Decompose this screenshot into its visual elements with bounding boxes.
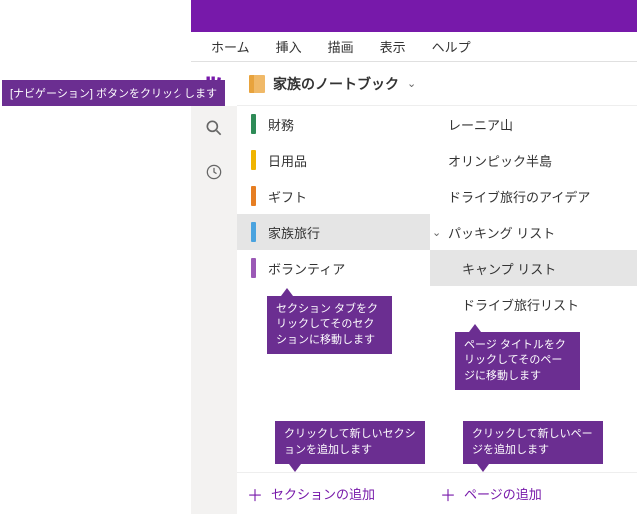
callout-nav-arrow xyxy=(178,84,186,96)
chevron-down-icon[interactable]: ⌄ xyxy=(432,226,441,239)
menu-view[interactable]: 表示 xyxy=(368,33,418,60)
search-icon xyxy=(204,118,224,138)
callout-nav-button: [ナビゲーション] ボタンをクリックします xyxy=(2,80,225,106)
page-item[interactable]: オリンピック半島 xyxy=(430,142,637,178)
page-item[interactable]: ⌄ パッキング リスト xyxy=(430,214,637,250)
notebook-title: 家族のノートブック xyxy=(273,74,399,94)
page-label: ドライブ旅行のアイデア xyxy=(448,187,590,206)
chevron-down-icon: ⌄ xyxy=(407,77,416,90)
page-item[interactable]: レーニア山 xyxy=(430,106,637,142)
section-label: 日用品 xyxy=(268,151,307,170)
section-color-tab xyxy=(251,186,256,206)
columns: 財務 日用品 ギフト 家族旅行 xyxy=(237,106,637,514)
page-label: レーニア山 xyxy=(448,115,513,134)
menu-insert[interactable]: 挿入 xyxy=(264,33,314,60)
menu-draw[interactable]: 描画 xyxy=(316,33,366,60)
page-label: キャンプ リスト xyxy=(462,259,556,278)
clock-icon xyxy=(204,162,224,182)
add-page-button[interactable]: ＋ ページの追加 xyxy=(430,472,637,514)
main-area: 家族のノートブック ⌄ 財務 日用品 ギフト xyxy=(191,62,637,514)
search-button[interactable] xyxy=(191,106,237,150)
page-item[interactable]: ドライブ旅行のアイデア xyxy=(430,178,637,214)
add-page-label: ページの追加 xyxy=(464,484,542,503)
navigation-panel: 家族のノートブック ⌄ 財務 日用品 ギフト xyxy=(237,62,637,514)
section-color-tab xyxy=(251,114,256,134)
section-color-tab xyxy=(251,150,256,170)
page-label: パッキング リスト xyxy=(448,223,555,242)
page-item[interactable]: ドライブ旅行リスト xyxy=(430,286,637,322)
section-label: ボランティア xyxy=(268,259,345,278)
app-window: ホーム 挿入 描画 表示 ヘルプ xyxy=(191,0,637,514)
callout-page-title: ページ タイトルをクリックしてそのページに移動します xyxy=(455,332,580,390)
pages-column: レーニア山 オリンピック半島 ドライブ旅行のアイデア ⌄ パッキング リスト キ… xyxy=(430,106,637,514)
page-label: オリンピック半島 xyxy=(448,151,552,170)
page-item[interactable]: キャンプ リスト xyxy=(430,250,637,286)
section-item[interactable]: ボランティア xyxy=(237,250,430,286)
page-label: ドライブ旅行リスト xyxy=(462,295,579,314)
menu-home[interactable]: ホーム xyxy=(199,33,262,60)
notebook-header[interactable]: 家族のノートブック ⌄ xyxy=(237,62,637,106)
menu-bar: ホーム 挿入 描画 表示 ヘルプ xyxy=(191,32,637,62)
section-item[interactable]: 財務 xyxy=(237,106,430,142)
section-color-tab xyxy=(251,258,256,278)
section-item[interactable]: 家族旅行 xyxy=(237,214,430,250)
rail-bar xyxy=(191,62,237,514)
section-label: ギフト xyxy=(268,187,307,206)
add-section-label: セクションの追加 xyxy=(271,484,375,503)
section-color-tab xyxy=(251,222,256,242)
sections-column: 財務 日用品 ギフト 家族旅行 xyxy=(237,106,430,514)
section-item[interactable]: 日用品 xyxy=(237,142,430,178)
recent-button[interactable] xyxy=(191,150,237,194)
section-label: 財務 xyxy=(268,115,294,134)
plus-icon: ＋ xyxy=(440,482,456,506)
menu-help[interactable]: ヘルプ xyxy=(420,33,483,60)
section-item[interactable]: ギフト xyxy=(237,178,430,214)
plus-icon: ＋ xyxy=(247,482,263,506)
notebook-icon xyxy=(249,75,265,93)
callout-section-tab: セクション タブをクリックしてそのセクションに移動します xyxy=(267,296,392,354)
add-section-button[interactable]: ＋ セクションの追加 xyxy=(237,472,430,514)
callout-add-section: クリックして新しいセクションを追加します xyxy=(275,421,425,464)
callout-add-page: クリックして新しいページを追加します xyxy=(463,421,603,464)
title-bar xyxy=(191,0,637,32)
section-label: 家族旅行 xyxy=(268,223,320,242)
